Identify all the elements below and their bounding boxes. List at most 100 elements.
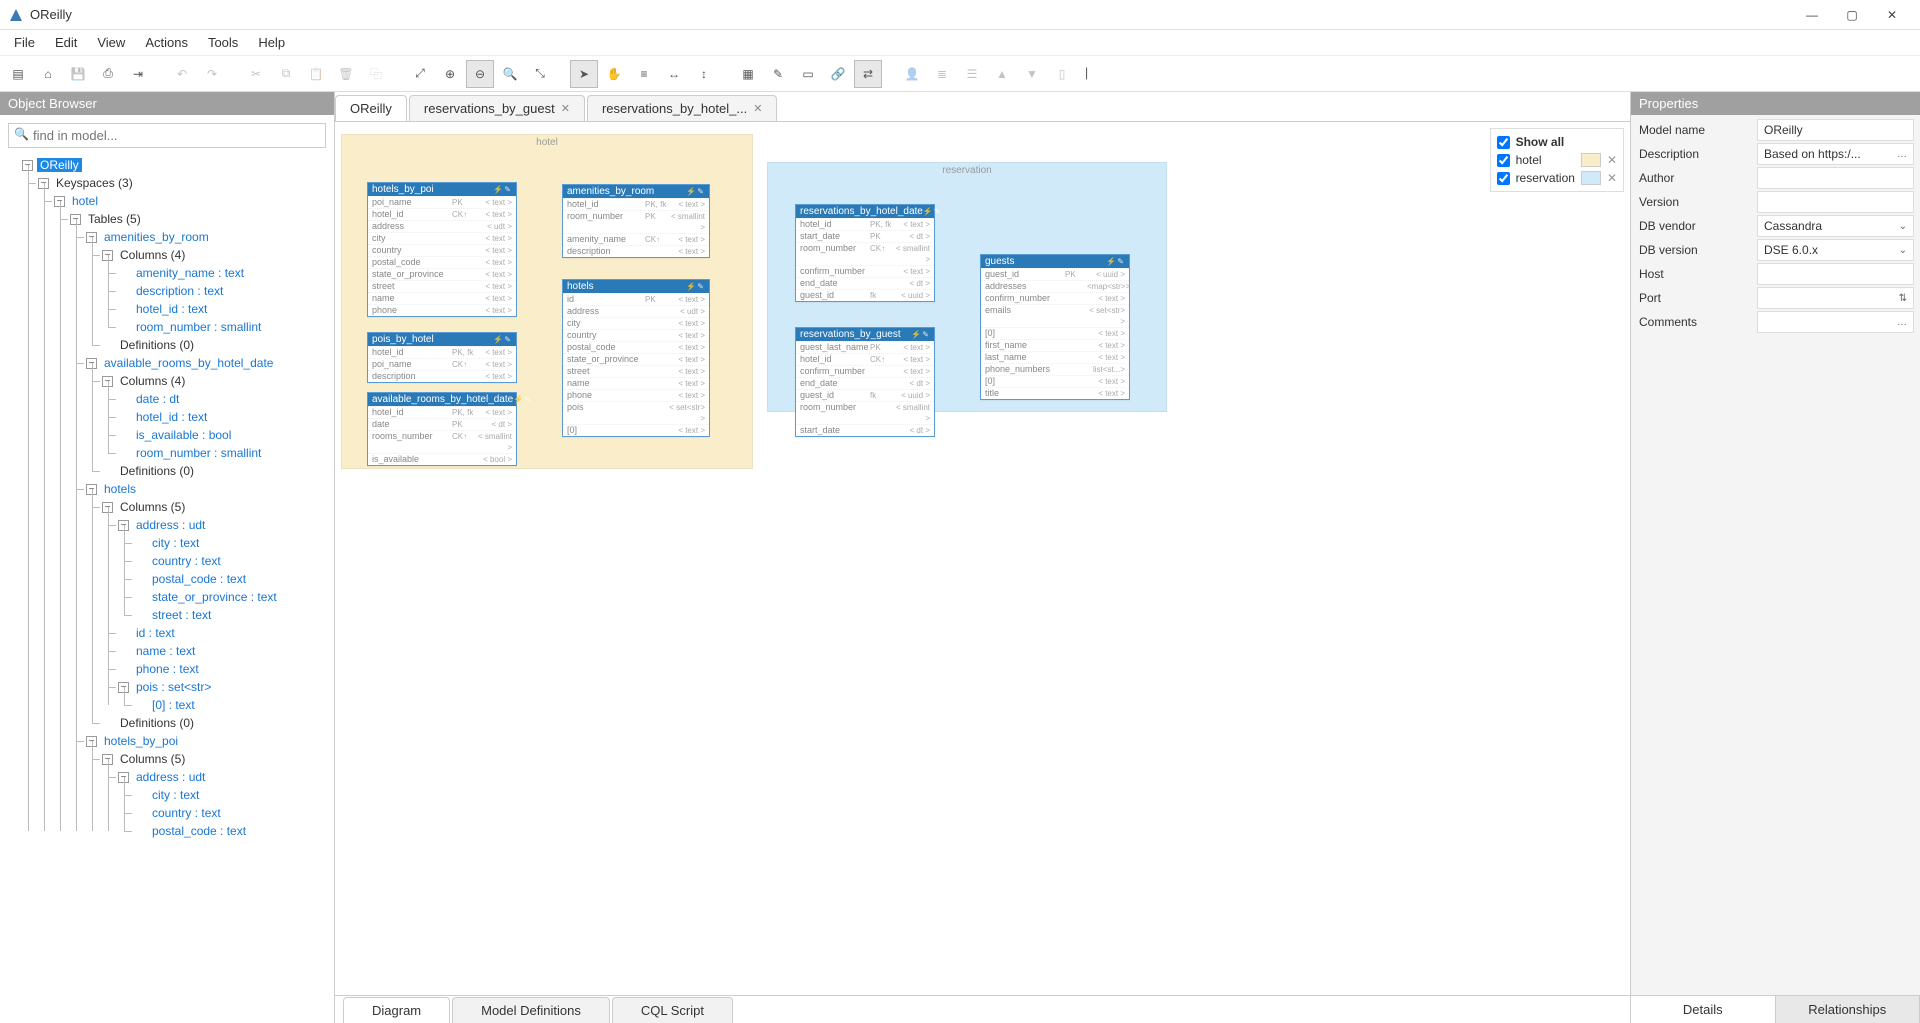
menu-actions[interactable]: Actions [135, 31, 198, 54]
tree-node[interactable]: phone : text [133, 662, 202, 676]
tree-node[interactable]: hotels [101, 482, 139, 496]
tree-node[interactable]: address : udt [133, 770, 208, 784]
entity-hotels_by_poi[interactable]: hotels_by_poi⚡✎poi_namePK< text >hotel_i… [367, 182, 517, 317]
tree-node[interactable]: city : text [149, 536, 202, 550]
tree-node[interactable]: is_available : bool [133, 428, 234, 442]
tree-node[interactable]: hotel_id : text [133, 410, 210, 424]
tree-node[interactable]: Definitions (0) [117, 716, 197, 730]
align-vertical-icon[interactable]: ↕ [690, 60, 718, 88]
prop-value[interactable] [1757, 191, 1914, 213]
menu-tools[interactable]: Tools [198, 31, 248, 54]
add-note-icon[interactable]: ✎ [764, 60, 792, 88]
tree-node[interactable]: address : udt [133, 518, 208, 532]
tree-node[interactable]: name : text [133, 644, 198, 658]
chevron-down-icon[interactable]: ⌄ [1899, 221, 1907, 232]
fullscreen-icon[interactable]: ⤡ [526, 60, 554, 88]
tree-node[interactable]: Columns (5) [117, 500, 188, 514]
tree-node[interactable]: amenities_by_room [101, 230, 212, 244]
tree-node[interactable]: Definitions (0) [117, 464, 197, 478]
export-icon[interactable]: ⇥ [124, 60, 152, 88]
tree-node[interactable]: Columns (5) [117, 752, 188, 766]
more-icon[interactable]: … [1897, 149, 1907, 160]
tree-node[interactable]: pois : set<str> [133, 680, 214, 694]
tree-node[interactable]: available_rooms_by_hotel_date [101, 356, 276, 370]
entity-actions-icon[interactable]: ⚡✎ [686, 282, 705, 291]
entity-actions-icon[interactable]: ⚡✎ [513, 395, 532, 404]
tree-node[interactable]: date : dt [133, 392, 182, 406]
hand-icon[interactable]: ✋ [600, 60, 628, 88]
zoom-in-icon[interactable]: ⊕ [436, 60, 464, 88]
menu-file[interactable]: File [4, 31, 45, 54]
tree-node[interactable]: [0] : text [149, 698, 198, 712]
menu-help[interactable]: Help [248, 31, 295, 54]
minimize-button[interactable]: — [1792, 1, 1832, 29]
new-file-icon[interactable]: ▤ [4, 60, 32, 88]
bottom-tab[interactable]: Model Definitions [452, 997, 610, 1023]
tree-node[interactable]: room_number : smallint [133, 320, 264, 334]
entity-reservations_by_hotel_date[interactable]: reservations_by_hotel_date⚡✎hotel_idPK, … [795, 204, 935, 302]
diagram-canvas[interactable]: hotel reservation Show allhotel✕reservat… [335, 122, 1630, 995]
tree-node[interactable]: hotel [69, 194, 101, 208]
print-icon[interactable]: ⎙ [94, 60, 122, 88]
menu-edit[interactable]: Edit [45, 31, 87, 54]
link-icon[interactable]: 🔗 [824, 60, 852, 88]
entity-available_rooms_by_hotel_date[interactable]: available_rooms_by_hotel_date⚡✎hotel_idP… [367, 392, 517, 466]
menu-view[interactable]: View [87, 31, 135, 54]
tree-node[interactable]: description : text [133, 284, 226, 298]
tree-node[interactable]: country : text [149, 554, 224, 568]
remove-layer-icon[interactable]: ✕ [1607, 153, 1617, 167]
properties-tab[interactable]: Details [1631, 996, 1776, 1023]
prop-value[interactable]: DSE 6.0.x⌄ [1757, 239, 1914, 261]
align-left-icon[interactable]: ≡ [630, 60, 658, 88]
tree-root[interactable]: OReilly [37, 158, 82, 172]
entity-hotels[interactable]: hotels⚡✎idPK< text >address< udt > city<… [562, 279, 710, 437]
entity-guests[interactable]: guests⚡✎guest_idPK< uuid >addresses<map<… [980, 254, 1130, 400]
tree-node[interactable]: state_or_province : text [149, 590, 280, 604]
tree-node[interactable]: Columns (4) [117, 374, 188, 388]
bottom-tab[interactable]: CQL Script [612, 997, 733, 1023]
bottom-tab[interactable]: Diagram [343, 997, 450, 1023]
prop-value[interactable]: Cassandra⌄ [1757, 215, 1914, 237]
search-input[interactable] [8, 123, 326, 148]
tree-node[interactable]: street : text [149, 608, 214, 622]
close-button[interactable]: ✕ [1872, 1, 1912, 29]
pointer-icon[interactable]: ➤ [570, 60, 598, 88]
tree-node[interactable]: country : text [149, 806, 224, 820]
prop-value[interactable]: OReilly [1757, 119, 1914, 141]
zoom-out-icon[interactable]: ⊖ [466, 60, 494, 88]
maximize-button[interactable]: ▢ [1832, 1, 1872, 29]
layer-checkbox[interactable] [1497, 172, 1510, 185]
model-tree[interactable]: −OReilly−Keyspaces (3)−hotel−Tables (5)−… [6, 156, 328, 840]
doc-tab[interactable]: reservations_by_hotel_...✕ [587, 95, 777, 121]
tree-node[interactable]: Definitions (0) [117, 338, 197, 352]
tree-node[interactable]: hotels_by_poi [101, 734, 181, 748]
tree-node[interactable]: postal_code : text [149, 572, 249, 586]
entity-actions-icon[interactable]: ⚡✎ [911, 330, 930, 339]
tree-node[interactable]: id : text [133, 626, 178, 640]
bar-icon[interactable]: ⎸ [1078, 60, 1106, 88]
tree-node[interactable]: Keyspaces (3) [53, 176, 136, 190]
tree-node[interactable]: amenity_name : text [133, 266, 247, 280]
doc-tab[interactable]: OReilly [335, 95, 407, 121]
spinner-icon[interactable]: ⇅ [1899, 293, 1907, 304]
entity-amenities_by_room[interactable]: amenities_by_room⚡✎hotel_idPK, fk< text … [562, 184, 710, 258]
entity-actions-icon[interactable]: ⚡✎ [1106, 257, 1125, 266]
tree-node[interactable]: city : text [149, 788, 202, 802]
tree-node[interactable]: Tables (5) [85, 212, 144, 226]
tree-node[interactable]: hotel_id : text [133, 302, 210, 316]
show-all-checkbox[interactable] [1497, 136, 1510, 149]
prop-value[interactable]: ⇅ [1757, 287, 1914, 309]
entity-actions-icon[interactable]: ⚡✎ [493, 185, 512, 194]
open-folder-icon[interactable]: ⌂ [34, 60, 62, 88]
doc-tab[interactable]: reservations_by_guest✕ [409, 95, 585, 121]
entity-actions-icon[interactable]: ⚡✎ [686, 187, 705, 196]
entity-reservations_by_guest[interactable]: reservations_by_guest⚡✎guest_last_namePK… [795, 327, 935, 437]
tree-node[interactable]: room_number : smallint [133, 446, 264, 460]
layer-checkbox[interactable] [1497, 154, 1510, 167]
zoom-icon[interactable]: 🔍 [496, 60, 524, 88]
remove-layer-icon[interactable]: ✕ [1607, 171, 1617, 185]
fit-window-icon[interactable]: ⤢ [406, 60, 434, 88]
close-tab-icon[interactable]: ✕ [753, 102, 762, 115]
properties-tab[interactable]: Relationships [1776, 996, 1920, 1023]
more-icon[interactable]: … [1897, 317, 1907, 328]
